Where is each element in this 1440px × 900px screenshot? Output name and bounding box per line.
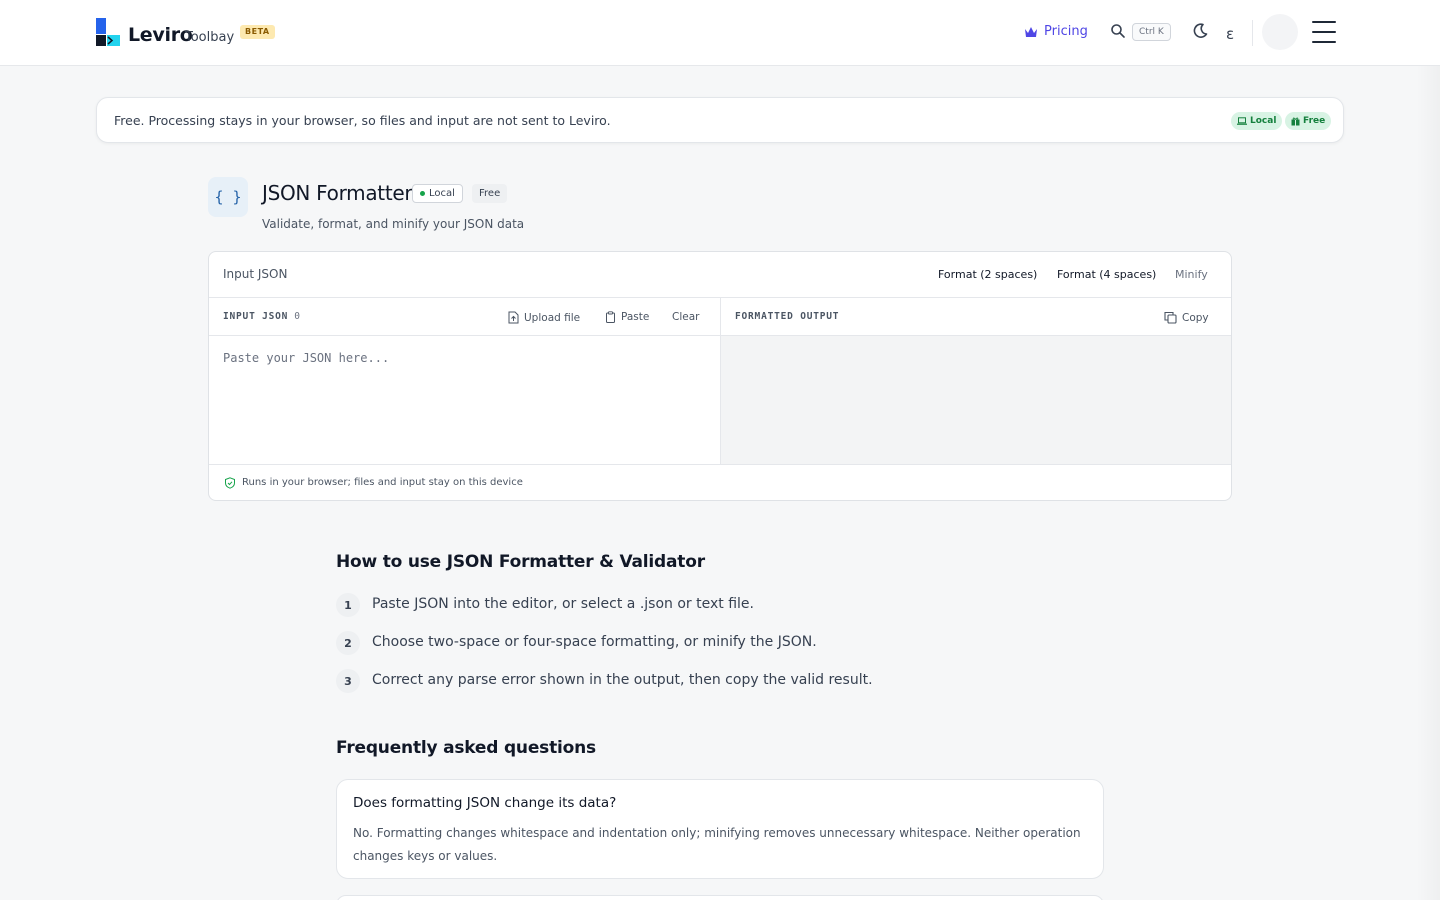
- faq-heading: Frequently asked questions: [336, 738, 596, 758]
- input-pane: INPUT JSON 0 Upload file Paste Clear: [209, 298, 720, 464]
- input-char-count: 0: [294, 311, 301, 322]
- free-pill-label: Free: [1303, 116, 1326, 126]
- copy-icon: [1164, 311, 1177, 324]
- copy-button[interactable]: Copy: [1164, 311, 1209, 324]
- clipboard-icon: [606, 311, 615, 323]
- editor-footer: Runs in your browser; files and input st…: [209, 464, 1231, 500]
- page-edge-shadow: [1416, 66, 1440, 900]
- howto-heading: How to use JSON Formatter & Validator: [336, 552, 705, 572]
- copy-label: Copy: [1182, 311, 1209, 324]
- json-editor-card: Input JSON Format (2 spaces) Format (4 s…: [208, 251, 1232, 501]
- logo-subtext[interactable]: Toolbay: [185, 30, 234, 45]
- step-text: Choose two-space or four-space formattin…: [372, 634, 817, 650]
- shield-check-icon: [225, 477, 235, 489]
- privacy-notice: Free. Processing stays in your browser, …: [96, 97, 1344, 143]
- top-header: Leviro Toolbay BETA Pricing Ctrl K ε: [0, 0, 1440, 66]
- gift-icon: [1291, 117, 1300, 125]
- paste-button[interactable]: Paste: [605, 311, 649, 323]
- step-text: Paste JSON into the editor, or select a …: [372, 596, 754, 612]
- output-pane-header: FORMATTED OUTPUT Copy: [721, 298, 1231, 336]
- faq-item[interactable]: Does formatting JSON change its data? No…: [336, 779, 1104, 879]
- clear-button[interactable]: Clear: [672, 311, 699, 323]
- free-tag: Free: [472, 184, 508, 203]
- local-tag-label: Local: [429, 188, 455, 199]
- faq-question: Does formatting JSON change its data?: [353, 795, 617, 811]
- tool-description: Validate, format, and minify your JSON d…: [262, 217, 525, 231]
- step-number: 2: [336, 631, 360, 655]
- language-switcher[interactable]: ε: [1226, 25, 1234, 43]
- moon-icon[interactable]: [1192, 23, 1208, 39]
- minify-button[interactable]: Minify: [1175, 268, 1208, 281]
- format-2-spaces-button[interactable]: Format (2 spaces): [938, 268, 1037, 281]
- editor-toolbar-label: Input JSON: [223, 267, 288, 281]
- beta-badge: BETA: [240, 25, 275, 39]
- crown-icon: [1025, 26, 1037, 37]
- search-icon[interactable]: [1110, 23, 1126, 39]
- step-number: 3: [336, 669, 360, 693]
- status-dot-icon: [420, 191, 425, 196]
- pricing-link[interactable]: Pricing: [1024, 24, 1088, 39]
- upload-file-label: Upload file: [524, 311, 581, 324]
- json-braces-icon: { }: [208, 177, 248, 217]
- page-title: JSON Formatter: [262, 181, 413, 205]
- editor-footer-text: Runs in your browser; files and input st…: [242, 477, 523, 488]
- local-tag: Local: [412, 184, 463, 203]
- hamburger-menu-icon[interactable]: [1312, 21, 1336, 43]
- output-pane: FORMATTED OUTPUT Copy: [720, 298, 1231, 464]
- input-pane-header: INPUT JSON 0 Upload file Paste Clear: [209, 298, 720, 336]
- logo-text[interactable]: Leviro: [128, 24, 193, 46]
- upload-file-button[interactable]: Upload file: [508, 311, 580, 324]
- leviro-logo-icon[interactable]: [96, 18, 120, 46]
- free-pill: Free: [1285, 112, 1332, 130]
- format-4-spaces-button[interactable]: Format (4 spaces): [1057, 268, 1156, 281]
- header-divider: [1252, 20, 1253, 46]
- pricing-label: Pricing: [1044, 24, 1088, 39]
- step-text: Correct any parse error shown in the out…: [372, 672, 873, 688]
- input-pane-label: INPUT JSON 0: [223, 311, 301, 322]
- local-pill-label: Local: [1250, 116, 1277, 126]
- faq-item[interactable]: [336, 895, 1104, 900]
- step-number: 1: [336, 593, 360, 617]
- json-input[interactable]: [209, 336, 720, 464]
- faq-answer: No. Formatting changes whitespace and in…: [353, 826, 1081, 863]
- avatar[interactable]: [1262, 14, 1298, 50]
- search-shortcut-badge: Ctrl K: [1132, 23, 1171, 41]
- editor-toolbar: Input JSON Format (2 spaces) Format (4 s…: [209, 252, 1231, 298]
- paste-label: Paste: [621, 311, 650, 323]
- output-pane-label: FORMATTED OUTPUT: [735, 311, 840, 322]
- local-pill: Local: [1231, 112, 1283, 130]
- laptop-icon: [1237, 117, 1247, 125]
- notice-text: Free. Processing stays in your browser, …: [114, 113, 611, 128]
- file-upload-icon: [508, 311, 519, 324]
